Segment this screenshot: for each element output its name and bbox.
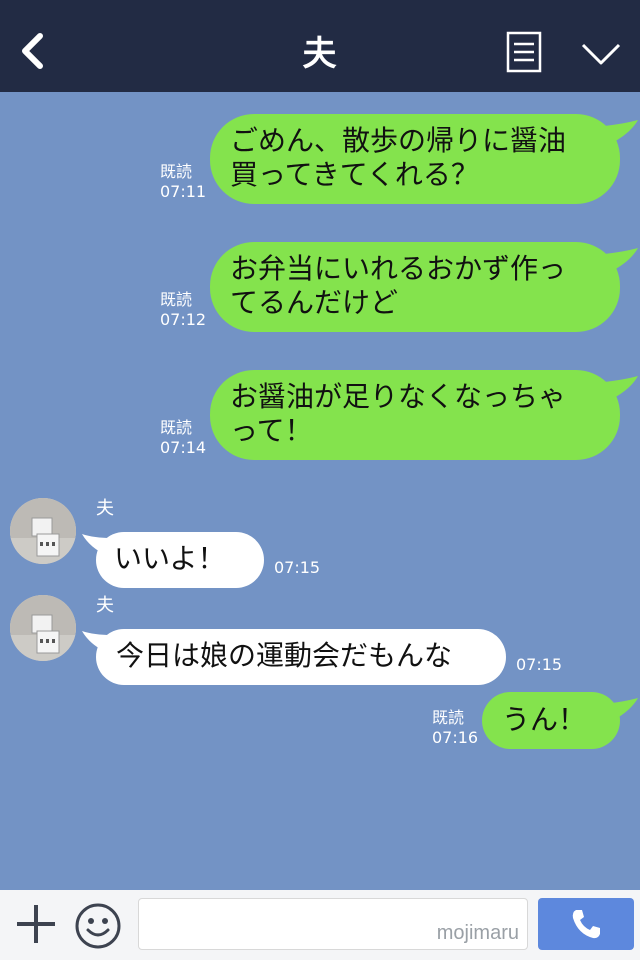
chevron-down-icon[interactable] <box>580 40 622 68</box>
message-list[interactable]: 既読 07:11 ごめん、散歩の帰りに醤油 買ってきてくれる？ 既読 07:12 … <box>0 92 640 890</box>
chat-title: 夫 <box>302 34 338 74</box>
read-receipt: 既読 <box>160 162 193 181</box>
sender-name: 夫 <box>96 498 114 519</box>
message-time: 07:15 <box>516 655 563 674</box>
avatar[interactable] <box>10 498 76 564</box>
message-text: ごめん、散歩の帰りに醤油 買ってきてくれる？ <box>230 124 567 191</box>
message-text: いいよ！ <box>114 542 226 575</box>
avatar-image <box>10 595 76 661</box>
avatar[interactable] <box>10 595 76 661</box>
sender-name: 夫 <box>96 595 114 616</box>
message-time: 07:16 <box>432 728 479 747</box>
watermark: mojimaru <box>436 922 519 944</box>
phone-icon <box>572 910 600 939</box>
menu-icon[interactable] <box>506 31 542 73</box>
read-receipt: 既読 <box>160 418 193 437</box>
message-bubble[interactable]: いいよ！ <box>96 532 264 588</box>
message-bubble[interactable]: うん！ <box>482 692 620 749</box>
call-button[interactable] <box>538 898 634 950</box>
message-time: 07:12 <box>160 310 207 329</box>
message-time: 07:14 <box>160 438 207 457</box>
smile-icon[interactable] <box>74 902 122 950</box>
message-text: お弁当にいれるおかず作っ てるんだけど <box>230 252 567 319</box>
read-receipt: 既読 <box>160 290 193 309</box>
message-bubble[interactable]: お醤油が足りなくなっちゃ って！ <box>210 370 620 460</box>
message-time: 07:11 <box>160 182 207 201</box>
chat-header: 夫 <box>0 0 640 92</box>
message-text: お醤油が足りなくなっちゃ って！ <box>230 380 567 447</box>
message-text: うん！ <box>502 703 587 736</box>
input-bar: mojimaru <box>0 890 640 960</box>
message-meta: 既読 07:14 <box>160 418 206 458</box>
message-row: 夫 いいよ！ 07:15 <box>0 496 640 592</box>
message-row: 既読 07:14 お醤油が足りなくなっちゃ って！ <box>0 370 640 460</box>
message-bubble[interactable]: 今日は娘の運動会だもんな <box>96 629 506 685</box>
message-row: 既読 07:11 ごめん、散歩の帰りに醤油 買ってきてくれる？ <box>0 114 640 204</box>
message-bubble[interactable]: お弁当にいれるおかず作っ てるんだけど <box>210 242 620 332</box>
message-input[interactable]: mojimaru <box>138 898 528 950</box>
message-meta: 既読 07:11 <box>160 162 206 202</box>
message-row: 既読 07:16 うん！ <box>0 692 640 752</box>
message-bubble[interactable]: ごめん、散歩の帰りに醤油 買ってきてくれる？ <box>210 114 620 204</box>
avatar-image <box>10 498 76 564</box>
message-row: 既読 07:12 お弁当にいれるおかず作っ てるんだけど <box>0 242 640 332</box>
message-meta: 既読 07:16 <box>432 708 478 748</box>
message-time: 07:15 <box>274 558 321 577</box>
plus-icon[interactable] <box>14 902 58 946</box>
message-meta: 既読 07:12 <box>160 290 206 330</box>
message-row: 夫 今日は娘の運動会だもんな 07:15 <box>0 593 640 689</box>
read-receipt: 既読 <box>432 708 465 727</box>
message-text: 今日は娘の運動会だもんな <box>116 639 453 672</box>
